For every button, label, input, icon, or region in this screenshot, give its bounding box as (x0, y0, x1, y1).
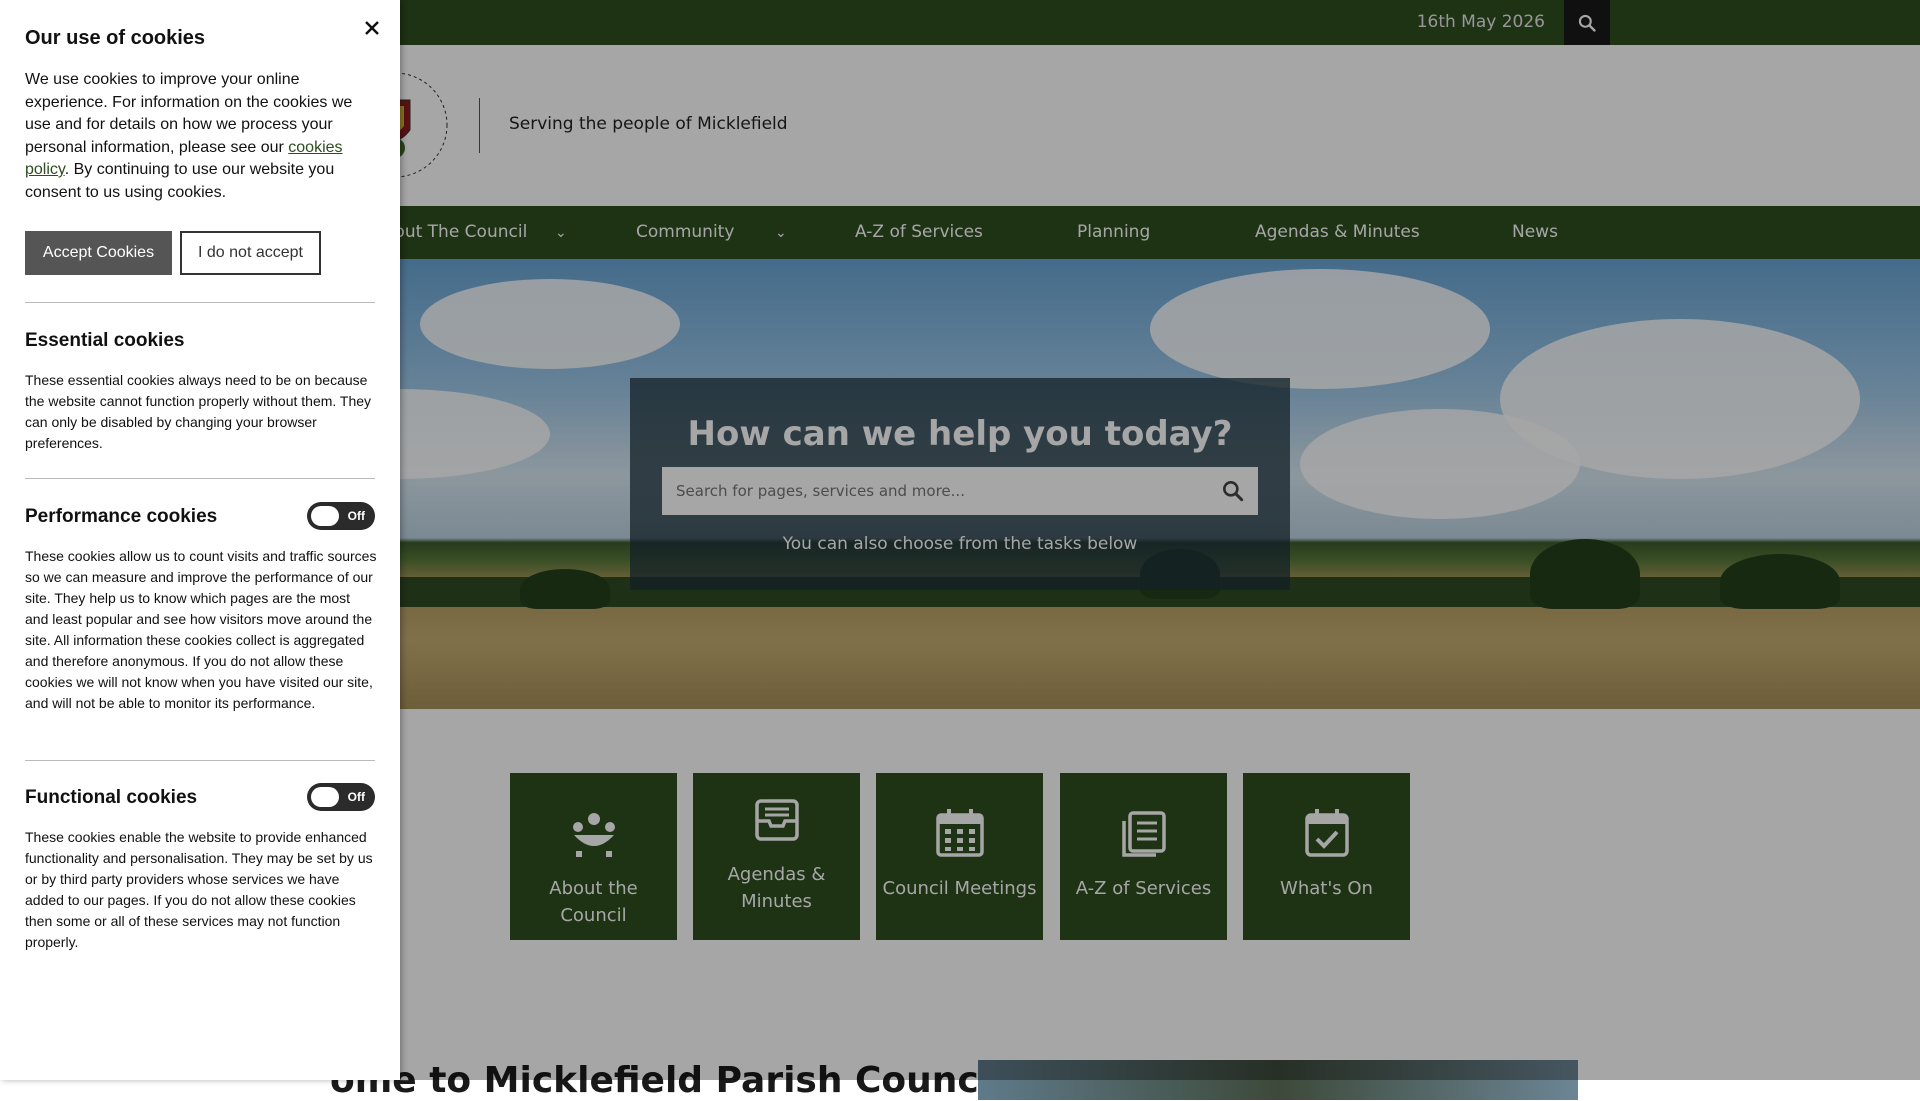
essential-cookies-text: These essential cookies always need to b… (25, 372, 372, 451)
functional-cookies-heading: Functional cookies (25, 787, 198, 808)
cookie-panel-title: Our use of cookies (25, 27, 206, 49)
cookie-consent-panel: Our use of cookies We use cookies to imp… (0, 0, 400, 1080)
toggle-state: Off (347, 790, 365, 804)
essential-cookies-heading: Essential cookies (25, 330, 185, 351)
performance-cookies-text: These cookies allow us to count visits a… (25, 548, 377, 711)
reject-cookies-button[interactable]: I do not accept (180, 231, 321, 275)
divider (25, 302, 375, 303)
functional-cookies-toggle[interactable]: Off (307, 783, 375, 811)
close-icon[interactable] (360, 16, 384, 40)
intro-text: . By continuing to use our website you c… (25, 161, 335, 201)
divider (25, 478, 375, 479)
toggle-knob (311, 506, 339, 526)
toggle-knob (311, 787, 339, 807)
accept-cookies-button[interactable]: Accept Cookies (25, 231, 172, 275)
cookie-intro-text: We use cookies to improve your online ex… (25, 69, 375, 204)
toggle-state: Off (347, 509, 365, 523)
divider (25, 760, 375, 761)
functional-cookies-text: These cookies enable the website to prov… (25, 829, 373, 950)
performance-cookies-toggle[interactable]: Off (307, 502, 375, 530)
performance-cookies-heading: Performance cookies (25, 506, 218, 527)
